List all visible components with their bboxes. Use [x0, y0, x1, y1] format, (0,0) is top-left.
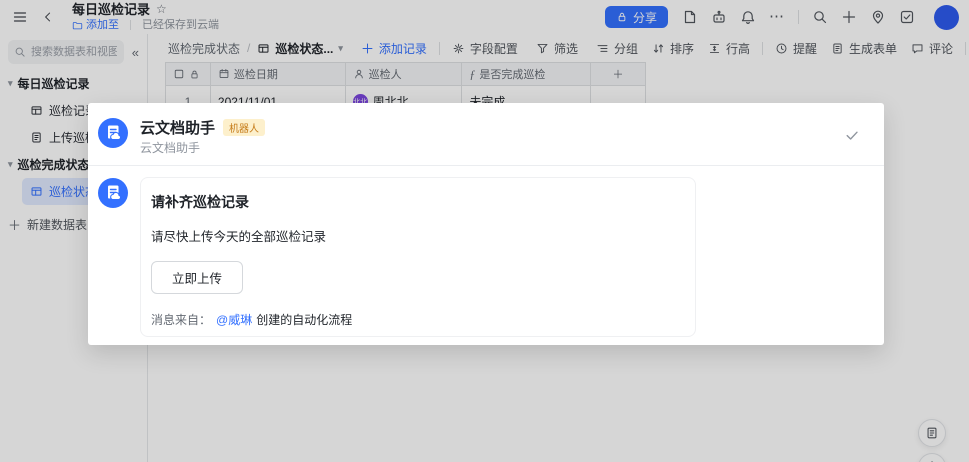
mention-link[interactable]: @威琳 — [216, 311, 252, 328]
footer-prefix: 消息来自： — [151, 313, 212, 327]
assistant-avatar — [98, 178, 128, 208]
sender-name: 云文档助手 — [140, 120, 216, 137]
footer-suffix: 创建的自动化流程 — [256, 313, 353, 327]
assistant-avatar — [98, 118, 128, 148]
bot-badge: 机器人 — [223, 119, 266, 136]
assistant-notification-modal: 云文档助手 机器人 云文档助手 请补齐巡检记录 请尽快上传今天的全部巡检记录 立… — [88, 103, 884, 345]
mark-read-check-icon[interactable] — [844, 127, 860, 143]
upload-now-button[interactable]: 立即上传 — [151, 261, 244, 294]
sender-subtitle: 云文档助手 — [140, 141, 201, 155]
message-card: 请补齐巡检记录 请尽快上传今天的全部巡检记录 立即上传 消息来自： @威琳 创建… — [140, 177, 696, 337]
app-window: 每日巡检记录 ☆ 添加至 已经保存到云端 分享 ⋯ 搜索数据表和视图 « ▾ 每… — [0, 0, 969, 462]
message-title: 请补齐巡检记录 — [151, 194, 249, 210]
divider — [88, 165, 884, 166]
message-footer: 消息来自： @威琳 创建的自动化流程 — [151, 311, 352, 328]
message-body: 请尽快上传今天的全部巡检记录 — [151, 230, 327, 244]
